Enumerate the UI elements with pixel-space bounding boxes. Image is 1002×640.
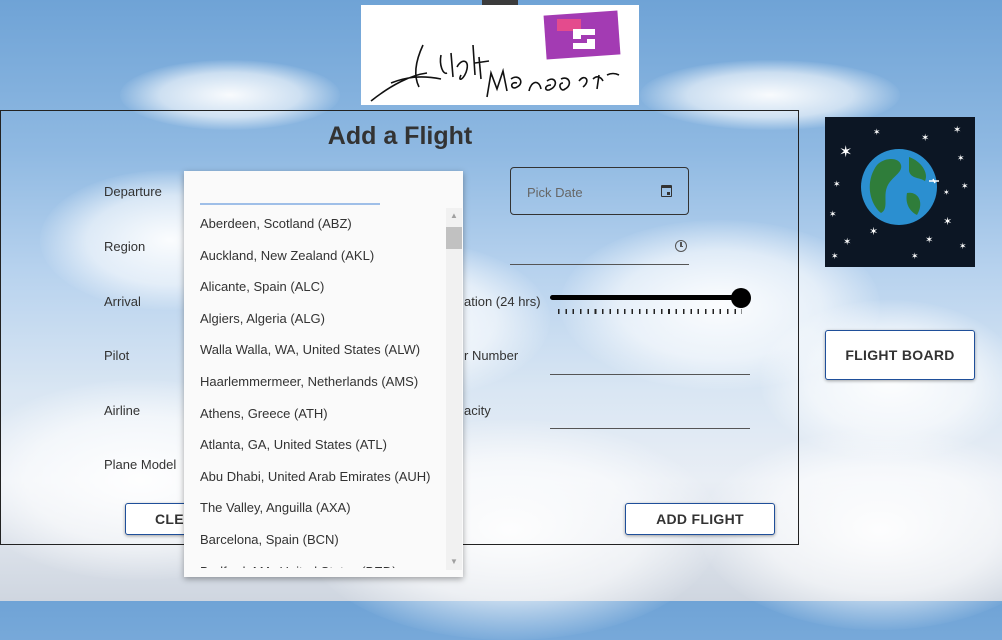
- scroll-down-icon[interactable]: ▼: [446, 554, 462, 570]
- dropdown-option[interactable]: Haarlemmermeer, Netherlands (AMS): [184, 366, 446, 398]
- svg-text:✶: ✶: [921, 133, 929, 144]
- dropdown-option[interactable]: Atlanta, GA, United States (ATL): [184, 429, 446, 461]
- departure-dropdown[interactable]: Aberdeen, Scotland (ABZ) Auckland, New Z…: [184, 171, 463, 577]
- svg-text:✶: ✶: [869, 225, 878, 238]
- flight-manager-logo: [361, 5, 639, 105]
- duration-label: ation (24 hrs): [464, 294, 541, 309]
- svg-text:✶: ✶: [831, 252, 839, 262]
- svg-text:✶: ✶: [911, 252, 919, 262]
- svg-text:✶: ✶: [953, 125, 961, 136]
- svg-text:✶: ✶: [873, 128, 881, 138]
- svg-text:✶: ✶: [925, 235, 933, 246]
- dropdown-option[interactable]: Barcelona, Spain (BCN): [184, 524, 446, 556]
- flight-number-input[interactable]: [550, 374, 750, 375]
- duration-slider-ticks: [558, 309, 742, 314]
- time-field[interactable]: [510, 264, 689, 265]
- page-title: Add a Flight: [327, 122, 473, 150]
- dropdown-option[interactable]: Athens, Greece (ATH): [184, 398, 446, 430]
- svg-text:✶: ✶: [959, 242, 967, 252]
- calendar-icon[interactable]: [661, 185, 672, 197]
- add-flight-button[interactable]: ADD FLIGHT: [625, 503, 775, 535]
- dropdown-option-list: Aberdeen, Scotland (ABZ) Auckland, New Z…: [184, 208, 446, 568]
- svg-text:✶: ✶: [943, 215, 952, 228]
- clock-icon[interactable]: [675, 240, 687, 252]
- duration-slider-thumb[interactable]: [731, 288, 751, 308]
- svg-text:✶: ✶: [839, 142, 852, 161]
- svg-text:✶: ✶: [833, 180, 841, 190]
- date-picker-field[interactable]: Pick Date: [510, 167, 689, 215]
- svg-text:✶: ✶: [961, 182, 969, 192]
- dropdown-option[interactable]: The Valley, Anguilla (AXA): [184, 492, 446, 524]
- capacity-input[interactable]: [550, 428, 750, 429]
- dropdown-scrollbar[interactable]: ▲ ▼: [446, 208, 462, 570]
- airline-label: Airline: [104, 403, 141, 418]
- region-label: Region: [104, 239, 146, 254]
- departure-label: Departure: [104, 184, 162, 199]
- dropdown-option[interactable]: Aberdeen, Scotland (ABZ): [184, 208, 446, 240]
- svg-text:✶: ✶: [829, 210, 837, 220]
- scrollbar-thumb[interactable]: [446, 227, 462, 249]
- dropdown-search-input[interactable]: [200, 203, 380, 205]
- dropdown-option[interactable]: Algiers, Algeria (ALG): [184, 303, 446, 335]
- svg-text:✶: ✶: [843, 237, 851, 248]
- dropdown-option[interactable]: Auckland, New Zealand (AKL): [184, 240, 446, 272]
- capacity-label: acity: [464, 403, 491, 418]
- svg-text:✶: ✶: [957, 154, 965, 164]
- dropdown-option[interactable]: Bedford, MA, United States (BED): [184, 556, 446, 568]
- svg-text:✶: ✶: [943, 188, 950, 197]
- arrival-label: Arrival: [104, 294, 141, 309]
- plane-model-label: Plane Model: [104, 457, 177, 472]
- dropdown-option[interactable]: Alicante, Spain (ALC): [184, 271, 446, 303]
- dropdown-option[interactable]: Walla Walla, WA, United States (ALW): [184, 334, 446, 366]
- flight-number-label: r Number: [464, 348, 519, 363]
- scroll-up-icon[interactable]: ▲: [446, 208, 462, 224]
- pilot-label: Pilot: [104, 348, 130, 363]
- flight-board-button[interactable]: FLIGHT BOARD: [825, 330, 975, 380]
- date-placeholder: Pick Date: [527, 185, 583, 200]
- duration-slider-track[interactable]: [550, 295, 742, 300]
- dropdown-option[interactable]: Abu Dhabi, United Arab Emirates (AUH): [184, 461, 446, 493]
- earth-image: ✶ ✶ ✶ ✶ ✶ ✶ ✶ ✶ ✶ ✶ ✶ ✶ ✶ ✶ ✶ ✶: [825, 117, 975, 267]
